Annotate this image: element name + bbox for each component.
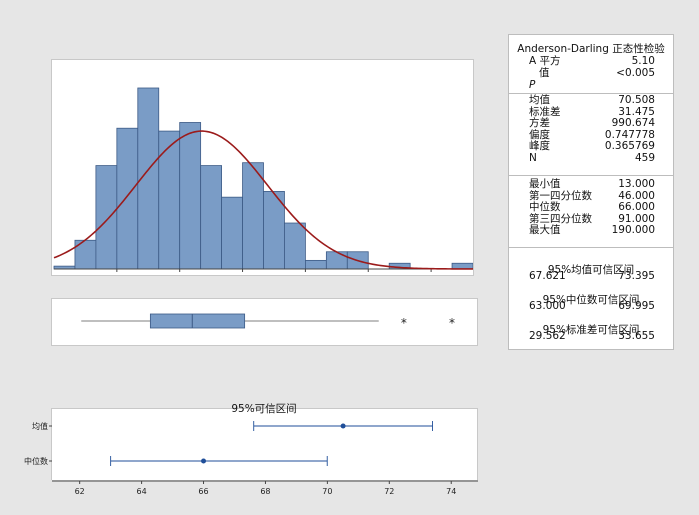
histogram-bar: [200, 165, 222, 270]
ad-test-title: Anderson-Darling 正态性检验: [517, 43, 665, 55]
ad-value: 5.10: [631, 55, 655, 67]
ad-test-section: Anderson-Darling 正态性检验 A 平方 5.10 值 <0.005 …: [509, 35, 673, 94]
ci-x-tick-label: 64: [137, 487, 147, 496]
histogram-bar: [158, 130, 181, 270]
histogram-bar: [242, 162, 264, 270]
ci-median-low: 63.000: [529, 300, 566, 312]
quantile-value: 13.000: [618, 178, 655, 190]
ad-row: A 平方 5.10: [509, 55, 673, 68]
outlier-marker: *: [449, 316, 455, 330]
histogram-bar: [116, 127, 139, 270]
ci-point-estimate: [201, 458, 207, 464]
ci-section: 95%均值可信区间 67.621 73.395 95%中位数可信区间 63.00…: [509, 248, 673, 346]
x-tick-label: 120: [298, 274, 313, 275]
ci-x-tick-label: 62: [75, 487, 85, 496]
ci-mean-block: 95%均值可信区间 67.621 73.395: [509, 262, 673, 286]
x-tick-label: 30: [112, 274, 122, 275]
boxplot-chart: * *: [81, 313, 455, 330]
ci-row-label: 中位数: [24, 456, 48, 466]
p-label: P: [529, 79, 536, 91]
ci-x-tick-label: 68: [260, 487, 270, 496]
quantile-label: 最大值: [529, 224, 561, 237]
box-iqr: [149, 313, 246, 329]
histogram-bar: [221, 196, 243, 270]
stat-value: 459: [634, 151, 655, 164]
stat-row: N 459: [509, 151, 673, 165]
stat-label: 均值: [529, 94, 550, 106]
interval-chart: 95%可信区间 62 64 66 68 70 72 74 均值中位数: [24, 402, 478, 496]
ad-value: <0.005: [616, 66, 655, 79]
histogram-bar: [304, 259, 327, 270]
descriptive-section: 均值 70.508 标准差 31.475 方差 990.674 偏度 0.747778 …: [509, 94, 673, 176]
quantile-row: 最小值 13.000: [509, 178, 673, 191]
quantile-section: 最小值 13.000 第一四分位数 46.000 中位数 66.000 第三四分位数 9…: [509, 176, 673, 248]
stat-row: 均值 70.508: [509, 94, 673, 107]
x-tick-label: 180: [423, 274, 438, 275]
histogram-bar: [179, 122, 202, 270]
x-tick-label: 90: [237, 274, 247, 275]
quantile-value: 190.000: [611, 224, 655, 237]
ad-label: A 平方: [529, 55, 561, 67]
histogram-chart: 30 60 90 120 150 180: [53, 87, 474, 283]
ci-mean-low: 67.621: [529, 270, 566, 282]
ci-sd-block: 95%标准差可信区间 29.562 33.655: [509, 322, 673, 346]
quantile-label: 最小值: [529, 178, 561, 190]
ci-median-high: 69.995: [618, 300, 655, 312]
histogram-bar: [95, 165, 118, 270]
ad-row: 值 <0.005: [509, 66, 673, 80]
interval-title: 95%可信区间: [231, 402, 296, 415]
ci-x-tick-label: 66: [198, 487, 208, 496]
outlier-marker: *: [401, 316, 407, 330]
boxplot-panel: * *: [51, 298, 478, 346]
histogram-bar: [284, 222, 306, 270]
ci-point-estimate: [340, 423, 346, 429]
x-tick-label: 150: [361, 274, 376, 275]
ci-mean-high: 73.395: [618, 270, 655, 282]
ci-x-tick-label: 70: [322, 487, 332, 496]
ci-median-block: 95%中位数可信区间 63.000 69.995: [509, 292, 673, 316]
stat-label: N: [529, 151, 537, 164]
ad-label: 值: [539, 66, 550, 79]
ci-x-tick-label: 72: [384, 487, 394, 496]
summary-panel: Anderson-Darling 正态性检验 A 平方 5.10 值 <0.005 …: [508, 34, 674, 350]
ci-sd-high: 33.655: [618, 330, 655, 342]
histogram-bar: [325, 251, 348, 270]
x-tick-label: 60: [175, 274, 185, 275]
ci-x-tick-label: 74: [446, 487, 456, 496]
quantile-row: 最大值 190.000: [509, 225, 673, 237]
stat-value: 70.508: [618, 94, 655, 106]
histogram-panel: 30 60 90 120 150 180: [51, 59, 474, 283]
ci-row-label: 均值: [32, 421, 48, 431]
ci-sd-low: 29.562: [529, 330, 566, 342]
